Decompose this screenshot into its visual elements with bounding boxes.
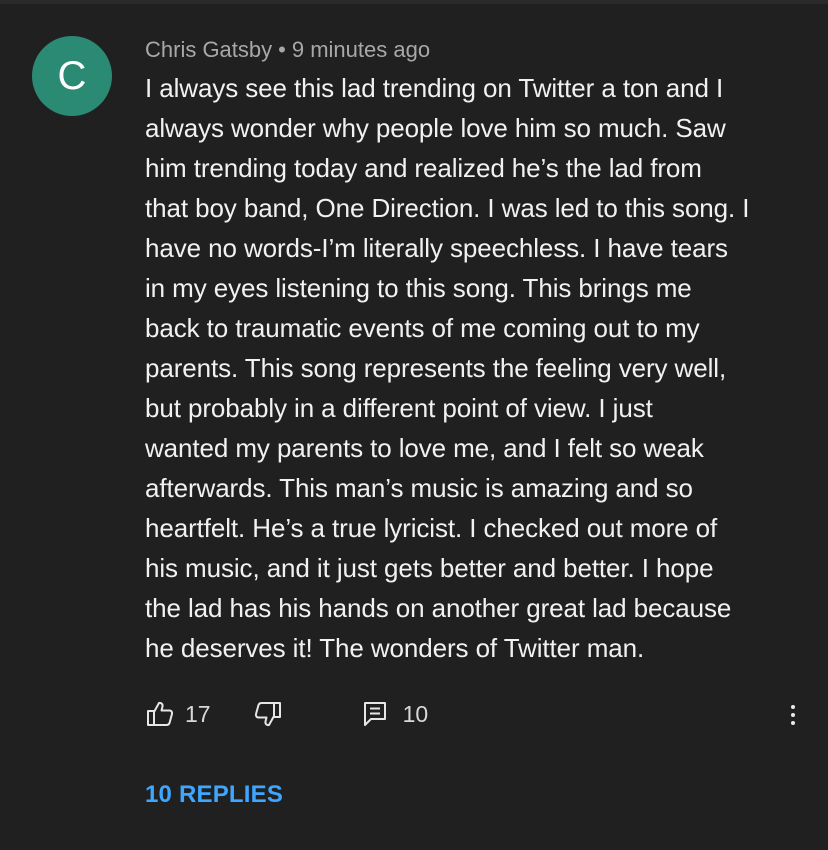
comment-line: I always see this lad trending on Twitte…: [145, 73, 724, 103]
meta-separator: •: [278, 37, 286, 62]
thumbs-up-icon: [145, 699, 175, 729]
reply-count: 10: [402, 700, 429, 727]
comment-line: he deserves it! The wonders of Twitter m…: [145, 633, 645, 663]
like-button[interactable]: 17: [145, 699, 211, 729]
comment-line: him trending today and realized he’s the…: [145, 153, 702, 183]
comment-line: heartfelt. He’s a true lyricist. I check…: [145, 513, 718, 543]
comment-body: I always see this lad trending on Twitte…: [145, 68, 795, 668]
comment-line: afterwards. This man’s music is amazing …: [145, 473, 693, 503]
view-replies-link[interactable]: 10 REPLIES: [145, 781, 283, 809]
comment-meta: Chris Gatsby • 9 minutes ago: [145, 36, 430, 64]
comment-card: C Chris Gatsby • 9 minutes ago I always se…: [0, 0, 828, 850]
comment-actions: 17 10: [145, 696, 428, 732]
comment-line: in my eyes listening to this song. This …: [145, 273, 692, 303]
avatar-letter: C: [57, 53, 87, 98]
more-options-button[interactable]: [778, 700, 808, 730]
like-count: 17: [185, 700, 211, 727]
comment-line: parents. This song represents the feelin…: [145, 353, 727, 383]
comment-icon: [361, 699, 389, 729]
avatar[interactable]: C: [32, 36, 112, 116]
comment-line: but probably in a different point of vie…: [145, 393, 653, 423]
comment-line: that boy band, One Direction. I was led …: [145, 193, 750, 223]
comment-line: back to traumatic events of me coming ou…: [145, 313, 700, 343]
author-name[interactable]: Chris Gatsby: [145, 37, 272, 62]
thumbs-down-icon: [253, 699, 283, 729]
more-vertical-icon: [791, 705, 795, 709]
dislike-button[interactable]: [253, 699, 283, 729]
comment-line: always wonder why people love him so muc…: [145, 113, 726, 143]
comment-line: his music, and it just gets better and b…: [145, 553, 714, 583]
reply-button[interactable]: 10: [361, 699, 429, 729]
comment-line: the lad has his hands on another great l…: [145, 593, 732, 623]
comment-line: wanted my parents to love me, and I felt…: [145, 433, 704, 463]
comment-line: have no words-I’m literally speechless. …: [145, 233, 728, 263]
comment-timestamp[interactable]: 9 minutes ago: [292, 37, 430, 62]
